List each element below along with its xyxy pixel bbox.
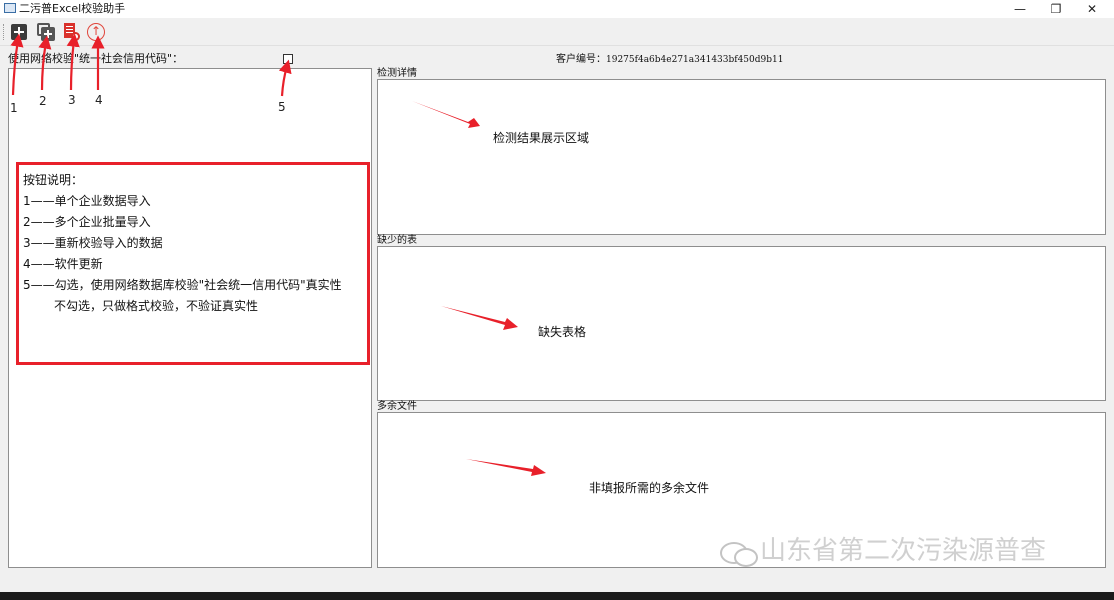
watermark-text: 山东省第二次污染源普查: [760, 536, 1047, 566]
client-id-value: 19275f4a6b4e271a341433bf450d9b11: [606, 55, 784, 65]
close-button[interactable]: ✕: [1074, 0, 1110, 18]
batch-import-button[interactable]: [36, 22, 56, 42]
maximize-button[interactable]: ❐: [1038, 0, 1074, 18]
revalidate-button[interactable]: [61, 22, 81, 42]
detection-panel-content: 检测结果展示区域: [493, 131, 590, 145]
update-button[interactable]: ↑: [86, 22, 106, 42]
missing-panel-content: 缺失表格: [538, 325, 587, 339]
toolbar: ↑: [0, 18, 1114, 46]
toolbar-grip: [3, 24, 5, 40]
missing-tables-panel[interactable]: 缺失表格: [377, 246, 1106, 401]
detection-panel[interactable]: 检测结果展示区域: [377, 79, 1106, 235]
instruction-line: 3——重新校验导入的数据: [23, 236, 163, 250]
window-title: 二污普Excel校验助手: [19, 2, 126, 15]
annotation-number: 2: [39, 94, 47, 108]
instruction-line: 5——勾选，使用网络数据库校验"社会统一信用代码"真实性: [23, 278, 342, 292]
watermark: 山东省第二次污染源普查: [720, 535, 1046, 567]
extra-panel-content: 非填报所需的多余文件: [589, 481, 710, 495]
add-icon: [11, 24, 27, 40]
taskbar: [0, 592, 1114, 600]
title-bar: 二污普Excel校验助手 — ❐ ✕: [0, 0, 1114, 18]
instruction-line: 1——单个企业数据导入: [23, 194, 151, 208]
arrow-up-circle-icon: ↑: [87, 23, 105, 41]
annotation-number: 5: [278, 100, 286, 114]
instructions-box: 按钮说明： 1——单个企业数据导入 2——多个企业批量导入 3——重新校验导入的…: [16, 162, 370, 365]
wechat-icon: [720, 538, 760, 567]
app-icon: [4, 3, 16, 13]
annotation-number: 1: [10, 101, 18, 115]
client-id-row: 客户编号：19275f4a6b4e271a341433bf450d9b11: [556, 54, 783, 66]
missing-panel-label: 缺少的表: [377, 235, 417, 246]
client-id-label: 客户编号：: [556, 54, 606, 65]
extra-panel-label: 多余文件: [377, 401, 417, 412]
annotation-number: 3: [68, 93, 76, 107]
detection-panel-label: 检测详情: [377, 68, 417, 79]
instruction-line: 2——多个企业批量导入: [23, 215, 151, 229]
network-check-checkbox[interactable]: [283, 54, 293, 64]
instructions-title: 按钮说明：: [23, 173, 84, 187]
single-import-button[interactable]: [9, 22, 29, 42]
network-check-label: 使用网络校验"统一社会信用代码"：: [8, 52, 184, 65]
minimize-button[interactable]: —: [1002, 0, 1038, 18]
instruction-line: 不勾选，只做格式校验，不验证真实性: [54, 299, 259, 313]
instruction-line: 4——软件更新: [23, 257, 103, 271]
annotation-number: 4: [95, 93, 103, 107]
